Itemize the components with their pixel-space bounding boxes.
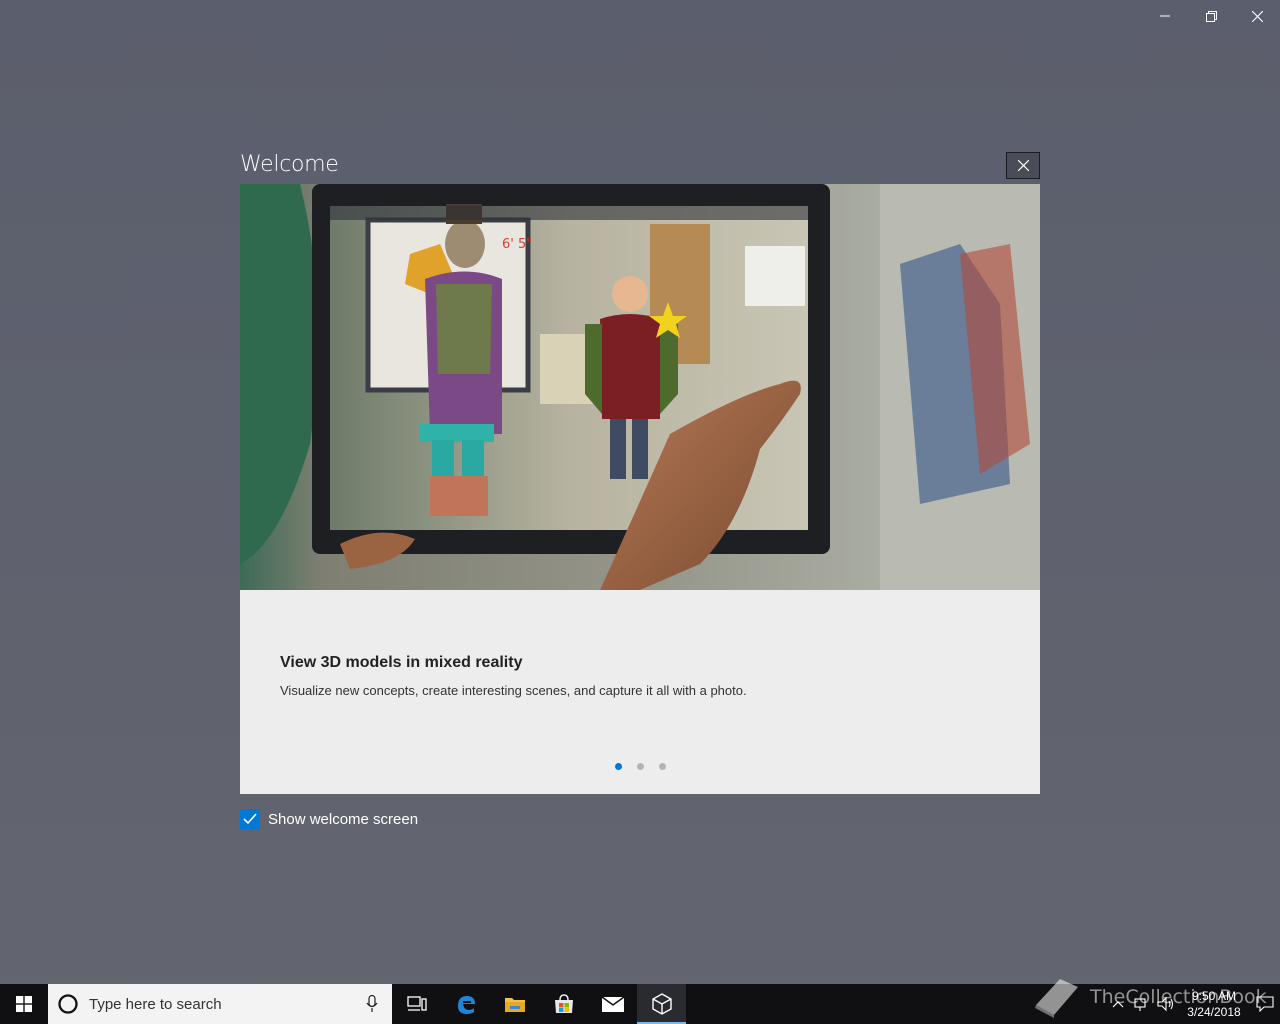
svg-text:6' 5": 6' 5"	[502, 237, 532, 252]
edge-icon	[457, 996, 475, 1014]
task-view-button[interactable]	[392, 984, 441, 1024]
taskbar-search-box[interactable]: Type here to search	[48, 984, 392, 1024]
file-explorer-icon	[504, 998, 525, 1012]
close-icon	[1251, 10, 1263, 22]
mixed-reality-viewer-button[interactable]	[637, 984, 686, 1024]
task-view-icon	[406, 996, 427, 1011]
search-placeholder: Type here to search	[89, 995, 222, 1013]
file-explorer-button[interactable]	[490, 984, 539, 1024]
store-button[interactable]	[539, 984, 588, 1024]
notification-icon	[1256, 996, 1274, 1012]
close-icon	[1017, 160, 1029, 171]
action-center-button[interactable]	[1250, 996, 1280, 1012]
microphone-button[interactable]	[352, 995, 392, 1013]
microphone-icon	[366, 995, 378, 1012]
store-icon	[554, 994, 573, 1013]
restore-button[interactable]	[1188, 0, 1234, 32]
pagination-dot-3[interactable]	[659, 763, 666, 770]
window-caption-buttons	[1142, 0, 1280, 32]
taskbar-clock[interactable]: 9:50 AM 3/24/2018	[1178, 988, 1250, 1020]
slide-title: View 3D models in mixed reality	[280, 654, 523, 671]
volume-icon	[1157, 996, 1174, 1012]
minimize-icon	[1160, 15, 1170, 17]
hero-image: 6' 5"	[240, 184, 1040, 590]
close-window-button[interactable]	[1234, 0, 1280, 32]
start-button[interactable]	[0, 984, 48, 1024]
pagination-dot-2[interactable]	[637, 763, 644, 770]
minimize-button[interactable]	[1142, 0, 1188, 32]
pagination-dots	[615, 763, 666, 770]
slide-description: Visualize new concepts, create interesti…	[280, 683, 747, 698]
show-welcome-checkbox[interactable]	[240, 809, 260, 829]
windows-logo-icon	[16, 996, 32, 1012]
show-hidden-icons-button[interactable]	[1106, 984, 1130, 1024]
clock-time: 9:50 AM	[1191, 989, 1237, 1003]
mail-button[interactable]	[588, 984, 637, 1024]
mixed-reality-viewer-icon	[651, 993, 672, 1015]
network-button[interactable]	[1130, 984, 1154, 1024]
dialog-close-button[interactable]	[1006, 152, 1040, 179]
chevron-up-icon	[1112, 1001, 1124, 1008]
mail-icon	[601, 996, 624, 1012]
pagination-dot-1[interactable]	[615, 763, 622, 770]
slide-content-panel: View 3D models in mixed reality Visualiz…	[240, 590, 1040, 794]
clock-date: 3/24/2018	[1187, 1005, 1241, 1019]
mixed-reality-photo: 6' 5"	[240, 184, 1040, 590]
restore-icon	[1205, 10, 1217, 22]
show-welcome-label: Show welcome screen	[268, 810, 419, 828]
checkmark-icon	[243, 813, 257, 825]
cortana-icon	[58, 994, 78, 1014]
system-tray: 9:50 AM 3/24/2018	[1106, 984, 1280, 1024]
dialog-title: Welcome	[240, 152, 339, 177]
show-welcome-option[interactable]: Show welcome screen	[240, 809, 418, 829]
taskbar: Type here to search 9:50 AM 3/24/2018	[0, 984, 1280, 1024]
edge-button[interactable]	[441, 984, 490, 1024]
network-icon	[1134, 998, 1146, 1011]
volume-button[interactable]	[1154, 984, 1178, 1024]
